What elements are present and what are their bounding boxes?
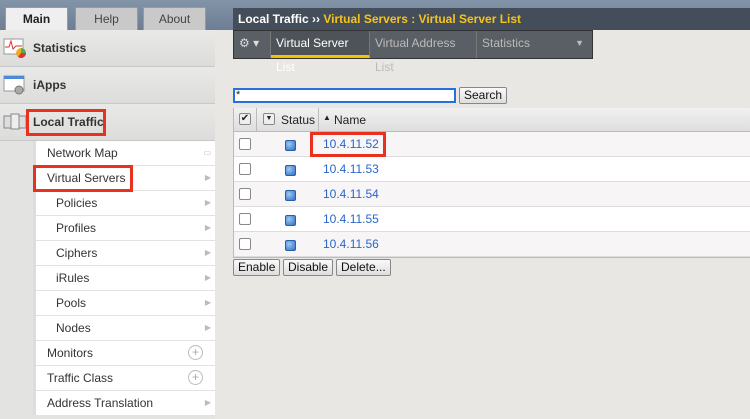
table-row: 10.4.11.53 (234, 157, 750, 182)
submenu-nodes[interactable]: Nodes ▶ (36, 316, 215, 341)
tab-label: Statistics (482, 36, 531, 50)
highlight-box (33, 165, 133, 192)
sort-asc-icon: ▲ (323, 113, 331, 122)
table-row: 10.4.11.56 (234, 232, 750, 257)
chevron-right-icon: ▶ (204, 223, 211, 232)
gear-menu-button[interactable]: ⚙ ▾ (234, 31, 271, 58)
tab-virtual-address-list[interactable]: Virtual Address List (370, 31, 477, 74)
virtual-server-table: ✔ ▼ Status ▲ Name 10.4.11.52 10.4.11.53 … (233, 108, 750, 258)
table-header: ✔ ▼ Status ▲ Name (234, 108, 750, 132)
breadcrumb: Local Traffic ›› Virtual Servers : Virtu… (233, 8, 750, 30)
search-button[interactable]: Search (459, 87, 508, 104)
status-available-icon (285, 140, 296, 151)
breadcrumb-section: Local Traffic (238, 12, 309, 26)
delete-button[interactable]: Delete... (336, 259, 391, 276)
row-checkbox[interactable] (239, 213, 251, 225)
highlight-box (26, 109, 106, 136)
map-icon: ▭ (203, 148, 211, 157)
item-label: Traffic Class (47, 371, 114, 385)
virtual-server-link[interactable]: 10.4.11.55 (323, 212, 379, 226)
plus-icon[interactable]: + (188, 370, 203, 385)
gear-icon: ⚙ ▾ (239, 36, 260, 50)
item-label: Network Map (47, 146, 118, 160)
item-label: Nodes (56, 321, 91, 335)
virtual-server-link[interactable]: 10.4.11.56 (323, 237, 379, 251)
highlight-box (310, 132, 386, 157)
local-traffic-icon (3, 113, 27, 130)
status-available-icon (285, 240, 296, 251)
item-label: Profiles (56, 221, 97, 235)
sidebar-iapps[interactable]: iApps (0, 67, 215, 104)
row-checkbox[interactable] (239, 163, 251, 175)
submenu-pools[interactable]: Pools ▶ (36, 291, 215, 316)
iapps-label: iApps (33, 78, 67, 92)
chevron-right-icon: ▶ (204, 198, 211, 207)
disable-button[interactable]: Disable (283, 259, 334, 276)
item-label: Policies (56, 196, 98, 210)
table-row: 10.4.11.55 (234, 207, 750, 232)
table-row: 10.4.11.54 (234, 182, 750, 207)
row-checkbox[interactable] (239, 238, 251, 250)
item-label: Ciphers (56, 246, 98, 260)
submenu-monitors[interactable]: Monitors + (36, 341, 215, 366)
chevron-down-icon: ▼ (575, 38, 584, 48)
submenu-network-map[interactable]: Network Map ▭ (36, 141, 215, 166)
chevron-right-icon: ▶ (204, 173, 211, 182)
row-checkbox[interactable] (239, 138, 251, 150)
enable-button[interactable]: Enable (233, 259, 281, 276)
status-filter-dropdown[interactable]: ▼ (263, 113, 275, 125)
virtual-server-link[interactable]: 10.4.11.54 (323, 187, 379, 201)
tab-statistics[interactable]: Statistics ▼ (477, 31, 592, 58)
statistics-label: Statistics (33, 41, 87, 55)
chevron-right-icon: ▶ (204, 248, 211, 257)
tab-help[interactable]: Help (75, 7, 138, 30)
submenu-policies[interactable]: Policies ▶ (36, 191, 215, 216)
chevron-right-icon: ▶ (204, 298, 211, 307)
plus-icon[interactable]: + (188, 345, 203, 360)
search-input[interactable]: * (233, 88, 456, 103)
chevron-right-icon: ▶ (204, 323, 211, 332)
item-label: Pools (56, 296, 87, 310)
select-all-checkbox[interactable]: ✔ (239, 113, 251, 125)
item-label: Address Translation (47, 396, 154, 410)
status-available-icon (285, 215, 296, 226)
breadcrumb-separator: ›› (312, 12, 321, 26)
tab-main[interactable]: Main (5, 7, 68, 31)
column-name[interactable]: Name (334, 113, 366, 127)
submenu-ciphers[interactable]: Ciphers ▶ (36, 241, 215, 266)
iapps-icon (3, 75, 25, 95)
submenu-profiles[interactable]: Profiles ▶ (36, 216, 215, 241)
tab-about[interactable]: About (143, 7, 206, 30)
submenu-address-translation[interactable]: Address Translation ▶ (36, 391, 215, 416)
submenu-traffic-class[interactable]: Traffic Class + (36, 366, 215, 391)
item-label: iRules (56, 271, 90, 285)
tab-virtual-server-list[interactable]: Virtual Server List (271, 31, 370, 74)
status-available-icon (285, 190, 296, 201)
virtual-server-link[interactable]: 10.4.11.53 (323, 162, 379, 176)
column-status[interactable]: Status (281, 113, 315, 127)
statistics-icon (3, 38, 26, 58)
chevron-right-icon: ▶ (204, 398, 211, 407)
breadcrumb-path: Virtual Servers : Virtual Server List (323, 12, 522, 26)
sub-tab-bar: ⚙ ▾ Virtual Server List Virtual Address … (233, 30, 593, 74)
submenu-irules[interactable]: iRules ▶ (36, 266, 215, 291)
item-label: Monitors (47, 346, 94, 360)
status-available-icon (285, 165, 296, 176)
row-checkbox[interactable] (239, 188, 251, 200)
sidebar-statistics[interactable]: Statistics (0, 30, 215, 67)
chevron-right-icon: ▶ (204, 273, 211, 282)
